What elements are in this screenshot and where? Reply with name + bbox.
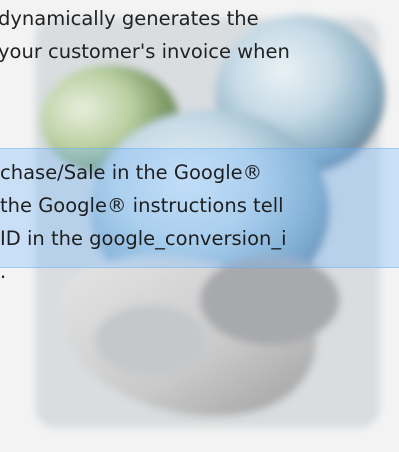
callout-line: chase/Sale in the Google® bbox=[0, 161, 263, 184]
callout-line: ID in the google_conversion_i bbox=[0, 227, 287, 250]
callout-line: the Google® instructions tell bbox=[0, 194, 284, 217]
intro-paragraph: dynamically generates the your customer'… bbox=[0, 2, 290, 68]
intro-line: your customer's invoice when bbox=[0, 40, 290, 63]
callout-line: . bbox=[0, 260, 7, 283]
callout-paragraph: chase/Sale in the Google® the Google® in… bbox=[0, 156, 287, 288]
intro-line: dynamically generates the bbox=[0, 7, 259, 30]
